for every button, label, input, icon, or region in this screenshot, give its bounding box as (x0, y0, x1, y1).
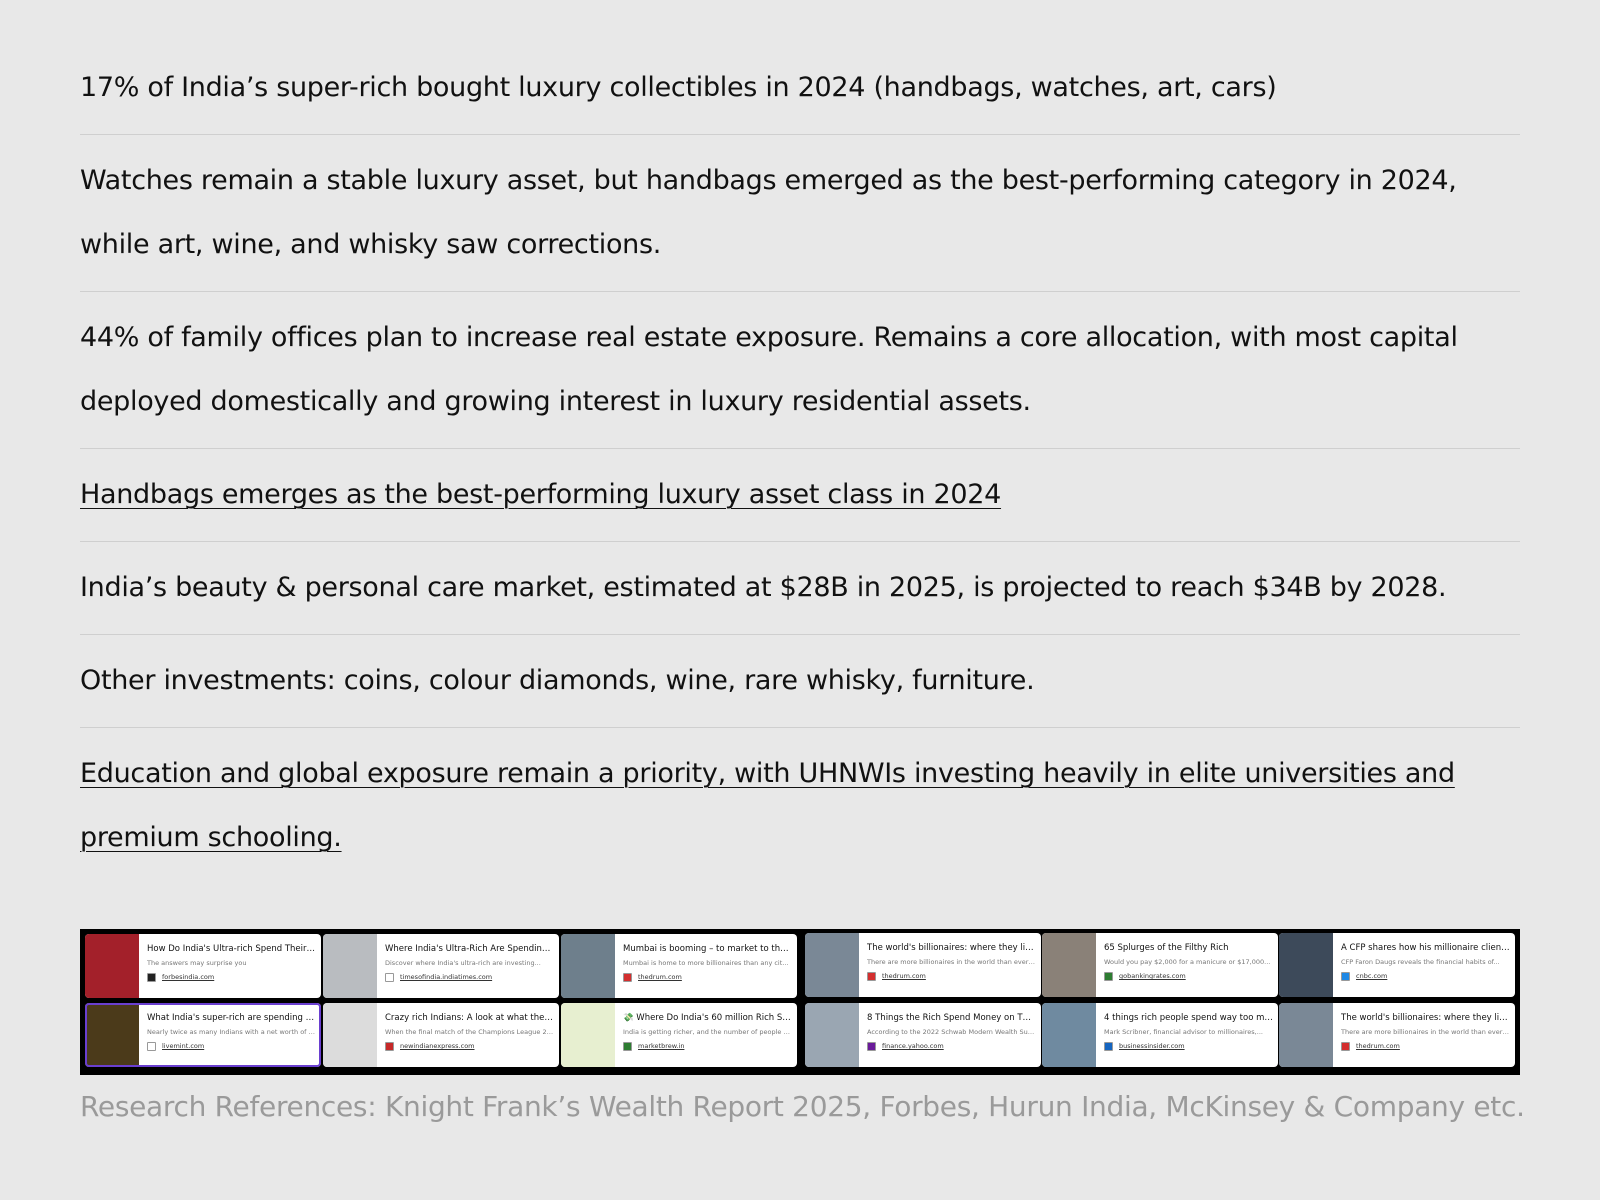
result-source[interactable]: thedrum.com (638, 971, 682, 983)
result-card[interactable]: Mumbai is booming – to market to the... M… (561, 934, 797, 998)
result-title: How Do India's Ultra-rich Spend Their Bi… (147, 944, 316, 954)
source-favicon-icon (1341, 1041, 1350, 1051)
result-description: When the final match of the Champions Le… (385, 1028, 554, 1036)
insights-list: 17% of India’s super-rich bought luxury … (80, 56, 1520, 884)
result-thumbnail (561, 1003, 615, 1067)
result-title: 65 Splurges of the Filthy Rich (1104, 943, 1229, 953)
result-thumbnail (85, 1003, 139, 1067)
insight-row: India’s beauty & personal care market, e… (80, 542, 1520, 635)
image-search-results-strip: How Do India's Ultra-rich Spend Their Bi… (80, 929, 1520, 1075)
source-favicon-icon (867, 1041, 876, 1051)
result-thumbnail (561, 934, 615, 998)
result-description: Mark Scribner, financial advisor to mill… (1104, 1028, 1263, 1036)
result-thumbnail (1279, 1003, 1333, 1067)
result-source[interactable]: gobankingrates.com (1119, 970, 1186, 982)
result-title: The world's billionaires: where they liv… (1341, 1013, 1510, 1023)
result-source[interactable]: thedrum.com (882, 970, 926, 982)
result-description: India is getting richer, and the number … (623, 1028, 792, 1036)
result-source[interactable]: livemint.com (162, 1040, 204, 1052)
result-source[interactable]: marketbrew.in (638, 1040, 684, 1052)
result-card[interactable]: 💸 Where Do India's 60 million Rich Spend… (561, 1003, 797, 1067)
result-title: 💸 Where Do India's 60 million Rich Spend… (623, 1013, 792, 1023)
result-description: Would you pay $2,000 for a manicure or $… (1104, 958, 1271, 966)
result-description: There are more billionaires in the world… (867, 958, 1036, 966)
result-description: CFP Faron Daugs reveals the financial ha… (1341, 958, 1500, 966)
insight-row: Watches remain a stable luxury asset, bu… (80, 135, 1520, 292)
insight-text: Other investments: coins, colour diamond… (80, 665, 1035, 696)
result-title: 8 Things the Rich Spend Money on That Po… (867, 1013, 1036, 1023)
result-card[interactable]: 65 Splurges of the Filthy Rich Would you … (1042, 933, 1278, 997)
result-thumbnail (1042, 933, 1096, 997)
result-description: The answers may surprise you (147, 959, 247, 967)
result-card[interactable]: How Do India's Ultra-rich Spend Their Bi… (85, 934, 321, 998)
result-title: 4 things rich people spend way too much … (1104, 1013, 1273, 1023)
education-link[interactable]: Education and global exposure remain a p… (80, 758, 1455, 853)
result-source[interactable]: timesofindia.indiatimes.com (400, 971, 492, 983)
research-references: Research References: Knight Frank’s Weal… (80, 1090, 1525, 1123)
insight-text: 44% of family offices plan to increase r… (80, 322, 1458, 417)
result-source[interactable]: thedrum.com (1356, 1040, 1400, 1052)
result-source[interactable]: finance.yahoo.com (882, 1040, 944, 1052)
result-source[interactable]: cnbc.com (1356, 970, 1387, 982)
result-description: There are more billionaires in the world… (1341, 1028, 1510, 1036)
result-card[interactable]: 4 things rich people spend way too much … (1042, 1003, 1278, 1067)
result-title: Where India's Ultra-Rich Are Spending... (385, 944, 554, 954)
insight-text: India’s beauty & personal care market, e… (80, 572, 1447, 603)
result-description: Discover where India's ultra-rich are in… (385, 959, 541, 967)
source-favicon-icon (147, 972, 156, 982)
result-thumbnail (805, 1003, 859, 1067)
source-favicon-icon (1104, 971, 1113, 981)
source-favicon-icon (1341, 971, 1350, 981)
result-card[interactable]: A CFP shares how his millionaire clients… (1279, 933, 1515, 997)
result-title: Crazy rich Indians: A look at what they … (385, 1013, 554, 1023)
result-thumbnail (1042, 1003, 1096, 1067)
result-thumbnail (805, 933, 859, 997)
source-favicon-icon (385, 972, 394, 982)
source-favicon-icon (147, 1041, 156, 1051)
result-card[interactable]: 8 Things the Rich Spend Money on That Po… (805, 1003, 1041, 1067)
result-thumbnail (85, 934, 139, 998)
result-description: Nearly twice as many Indians with a net … (147, 1028, 316, 1036)
result-card[interactable]: Where India's Ultra-Rich Are Spending...… (323, 934, 559, 998)
insight-row: Handbags emerges as the best-performing … (80, 449, 1520, 542)
result-card[interactable]: The world's billionaires: where they liv… (1279, 1003, 1515, 1067)
result-title: What India's super-rich are spending on … (147, 1013, 316, 1023)
insight-text: 17% of India’s super-rich bought luxury … (80, 72, 1277, 103)
result-title: Mumbai is booming – to market to the... (623, 944, 792, 954)
result-source[interactable]: forbesindia.com (162, 971, 214, 983)
result-source[interactable]: newindianexpress.com (400, 1040, 475, 1052)
result-card[interactable]: The world's billionaires: where they liv… (805, 933, 1041, 997)
source-favicon-icon (385, 1041, 394, 1051)
insight-row: 44% of family offices plan to increase r… (80, 292, 1520, 449)
result-card[interactable]: What India's super-rich are spending on … (85, 1003, 321, 1067)
insight-row: 17% of India’s super-rich bought luxury … (80, 56, 1520, 135)
insight-row: Education and global exposure remain a p… (80, 728, 1520, 884)
result-description: According to the 2022 Schwab Modern Weal… (867, 1028, 1036, 1036)
source-favicon-icon (867, 971, 876, 981)
result-card[interactable]: Crazy rich Indians: A look at what they … (323, 1003, 559, 1067)
source-favicon-icon (623, 972, 632, 982)
result-title: A CFP shares how his millionaire clients… (1341, 943, 1510, 953)
result-title: The world's billionaires: where they liv… (867, 943, 1036, 953)
source-favicon-icon (1104, 1041, 1113, 1051)
insight-row: Other investments: coins, colour diamond… (80, 635, 1520, 728)
handbags-link[interactable]: Handbags emerges as the best-performing … (80, 479, 1001, 510)
result-source[interactable]: businessinsider.com (1119, 1040, 1185, 1052)
result-thumbnail (1279, 933, 1333, 997)
source-favicon-icon (623, 1041, 632, 1051)
insight-text: Watches remain a stable luxury asset, bu… (80, 165, 1457, 260)
result-thumbnail (323, 1003, 377, 1067)
result-thumbnail (323, 934, 377, 998)
result-description: Mumbai is home to more billionaires than… (623, 959, 792, 967)
